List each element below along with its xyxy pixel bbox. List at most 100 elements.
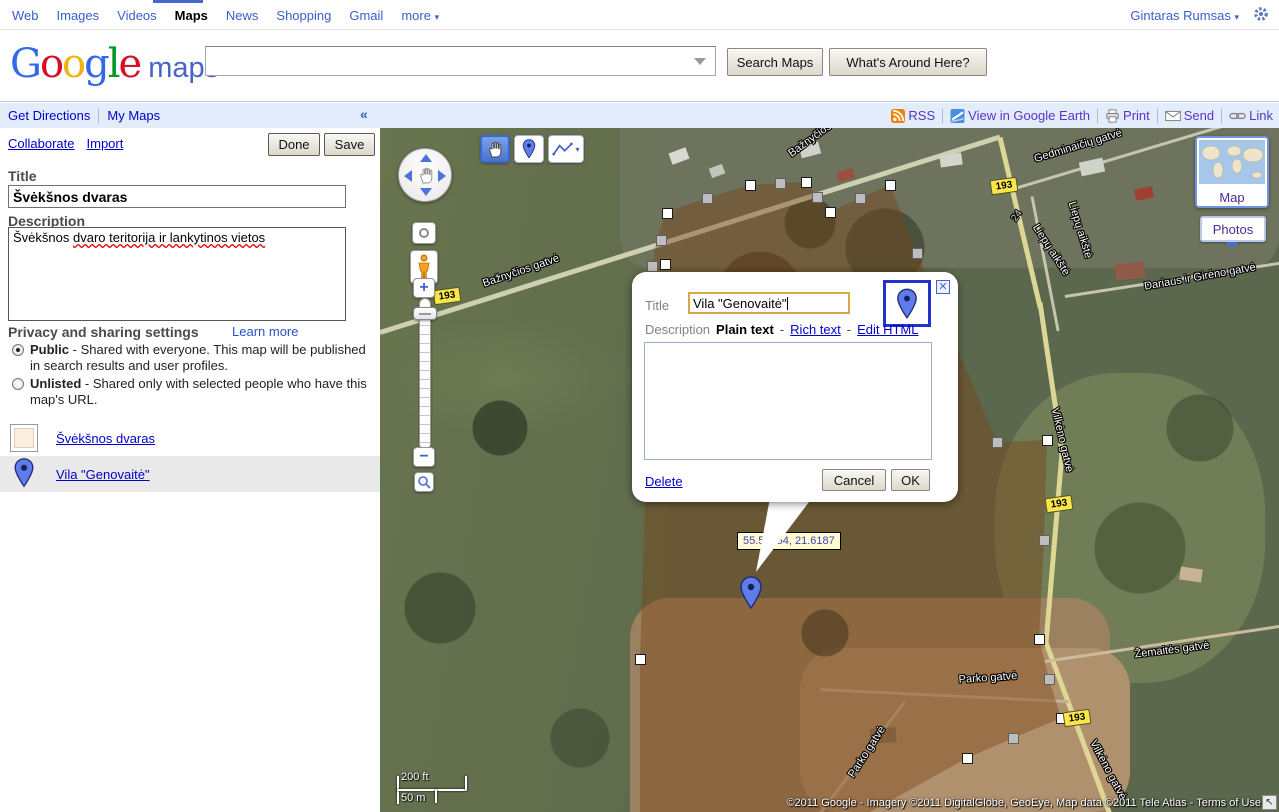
nav-web[interactable]: Web [12, 8, 39, 23]
nav-shopping[interactable]: Shopping [276, 8, 331, 23]
pan-up-icon[interactable] [420, 154, 432, 162]
marker-description-textarea[interactable] [644, 342, 932, 460]
overview-map-toggle[interactable]: ↖ [1262, 795, 1277, 810]
zoom-slider-track[interactable] [419, 298, 431, 450]
nav-gmail[interactable]: Gmail [349, 8, 383, 23]
search-dropdown-arrow-icon[interactable] [694, 58, 706, 65]
nav-more[interactable]: more ▾ [401, 8, 439, 23]
vertex-handle[interactable] [745, 180, 756, 191]
print-link[interactable]: Print [1105, 108, 1150, 123]
vertex-midpoint-handle[interactable] [702, 193, 713, 204]
vertex-midpoint-handle[interactable] [1008, 733, 1019, 744]
marker-style-button[interactable] [883, 280, 931, 327]
view-in-google-earth-link[interactable]: View in Google Earth [950, 108, 1090, 123]
feature-row-polygon[interactable]: Švėkšnos dvaras [0, 420, 380, 456]
map-title-input[interactable] [8, 185, 346, 208]
sidebar: Collaborate Import Done Save Title Descr… [0, 128, 380, 812]
pan-control[interactable] [398, 148, 452, 202]
search-maps-button[interactable]: Search Maps [727, 48, 823, 76]
search-input[interactable] [205, 46, 716, 76]
map-canvas[interactable]: Bažnyčios Gedminaičių gatvė Bažnyčios ga… [380, 128, 1279, 812]
map-type-button[interactable]: Map [1195, 136, 1269, 208]
vertex-handle[interactable] [825, 207, 836, 218]
bubble-title-label: Title [645, 298, 669, 313]
vertex-midpoint-handle[interactable] [656, 235, 667, 246]
public-radio[interactable] [12, 344, 24, 356]
vertex-handle[interactable] [885, 180, 896, 191]
rss-link[interactable]: RSS [891, 108, 935, 123]
photos-layer-button[interactable]: Photos [1200, 216, 1266, 242]
zoom-slider-handle[interactable] [413, 307, 437, 320]
vertex-handle[interactable] [635, 654, 646, 665]
vertex-midpoint-handle[interactable] [775, 178, 786, 189]
google-maps-logo[interactable]: Googlemaps [10, 41, 219, 87]
learn-more-link[interactable]: Learn more [232, 324, 298, 339]
tab-get-directions[interactable]: Get Directions [8, 108, 90, 123]
vertex-midpoint-handle[interactable] [912, 248, 923, 259]
vertex-midpoint-handle[interactable] [855, 193, 866, 204]
reset-view-button[interactable] [412, 222, 436, 244]
link-link[interactable]: Link [1229, 108, 1273, 123]
drawing-tools: ▾ [480, 135, 584, 163]
vertex-midpoint-handle[interactable] [812, 192, 823, 203]
whats-around-here-button[interactable]: What's Around Here? [829, 48, 987, 76]
vertex-midpoint-handle[interactable] [1044, 674, 1055, 685]
edit-html-mode-link[interactable]: Edit HTML [857, 322, 918, 337]
send-link[interactable]: Send [1165, 108, 1214, 123]
google-maps-mymaps-screen: Web Images Videos Maps News Shopping Gma… [0, 0, 1279, 812]
sidebar-collapse-button[interactable]: « [360, 106, 368, 122]
feature-row-marker[interactable]: Vila "Genovaitė" [0, 456, 380, 492]
top-nav-links: Web Images Videos Maps News Shopping Gma… [12, 0, 439, 30]
blue-marker-icon[interactable] [13, 458, 35, 491]
sidebar-tabs: Get Directions My Maps [8, 103, 160, 128]
collaborate-link[interactable]: Collaborate [8, 136, 75, 151]
pan-right-icon[interactable] [438, 170, 446, 182]
cancel-button[interactable]: Cancel [822, 469, 886, 491]
nav-maps[interactable]: Maps [175, 8, 208, 23]
hand-tool-button[interactable] [480, 135, 510, 163]
vertex-handle[interactable] [962, 753, 973, 764]
photos-dropdown-arrow-icon[interactable] [1226, 242, 1238, 249]
feature-link-dvaras[interactable]: Švėkšnos dvaras [56, 431, 155, 446]
vertex-midpoint-handle[interactable] [1039, 535, 1050, 546]
close-icon[interactable]: ✕ [936, 280, 950, 294]
vertex-handle[interactable] [1034, 634, 1045, 645]
top-nav-bar: Web Images Videos Maps News Shopping Gma… [0, 0, 1279, 30]
pan-left-icon[interactable] [404, 170, 412, 182]
zoom-box-tool[interactable] [414, 472, 434, 492]
vertex-midpoint-handle[interactable] [992, 437, 1003, 448]
import-link[interactable]: Import [87, 136, 124, 151]
zoom-out-button[interactable]: − [413, 447, 435, 467]
vertex-midpoint-handle[interactable] [647, 261, 658, 272]
plain-text-mode[interactable]: Plain text [716, 322, 774, 337]
ok-button[interactable]: OK [891, 469, 930, 491]
map-description-textarea[interactable]: Švėkšnos dvaro teritorija ir lankytinos … [8, 227, 346, 321]
map-marker-vila[interactable] [739, 576, 763, 615]
save-button[interactable]: Save [324, 133, 375, 156]
print-icon [1105, 109, 1120, 123]
chevron-down-icon: ▾ [575, 145, 579, 154]
done-button[interactable]: Done [268, 133, 320, 156]
map-type-label: Map [1199, 190, 1265, 205]
vertex-handle[interactable] [1042, 435, 1053, 446]
vertex-handle[interactable] [660, 259, 671, 270]
gear-icon[interactable] [1253, 6, 1269, 25]
zoom-in-button[interactable]: + [413, 278, 435, 298]
tab-my-maps[interactable]: My Maps [107, 108, 160, 123]
feature-link-vila[interactable]: Vila "Genovaitė" [56, 467, 150, 482]
nav-videos[interactable]: Videos [117, 8, 157, 23]
rich-text-mode-link[interactable]: Rich text [790, 322, 841, 337]
add-marker-tool-button[interactable] [514, 135, 544, 163]
pan-down-icon[interactable] [420, 188, 432, 196]
vertex-handle[interactable] [662, 208, 673, 219]
vertex-handle[interactable] [801, 177, 812, 188]
nav-news[interactable]: News [226, 8, 259, 23]
marker-title-input[interactable]: Vila "Genovaitė" [688, 292, 850, 314]
polygon-style-icon[interactable] [10, 424, 38, 452]
nav-images[interactable]: Images [57, 8, 100, 23]
unlisted-radio[interactable] [12, 378, 24, 390]
account-menu[interactable]: Gintaras Rumsas ▾ [1130, 8, 1239, 23]
edit-marker-bubble: Title Vila "Genovaitė" ✕ Description Pla… [632, 272, 958, 502]
draw-line-tool-button[interactable]: ▾ [548, 135, 584, 163]
delete-marker-link[interactable]: Delete [645, 474, 683, 489]
